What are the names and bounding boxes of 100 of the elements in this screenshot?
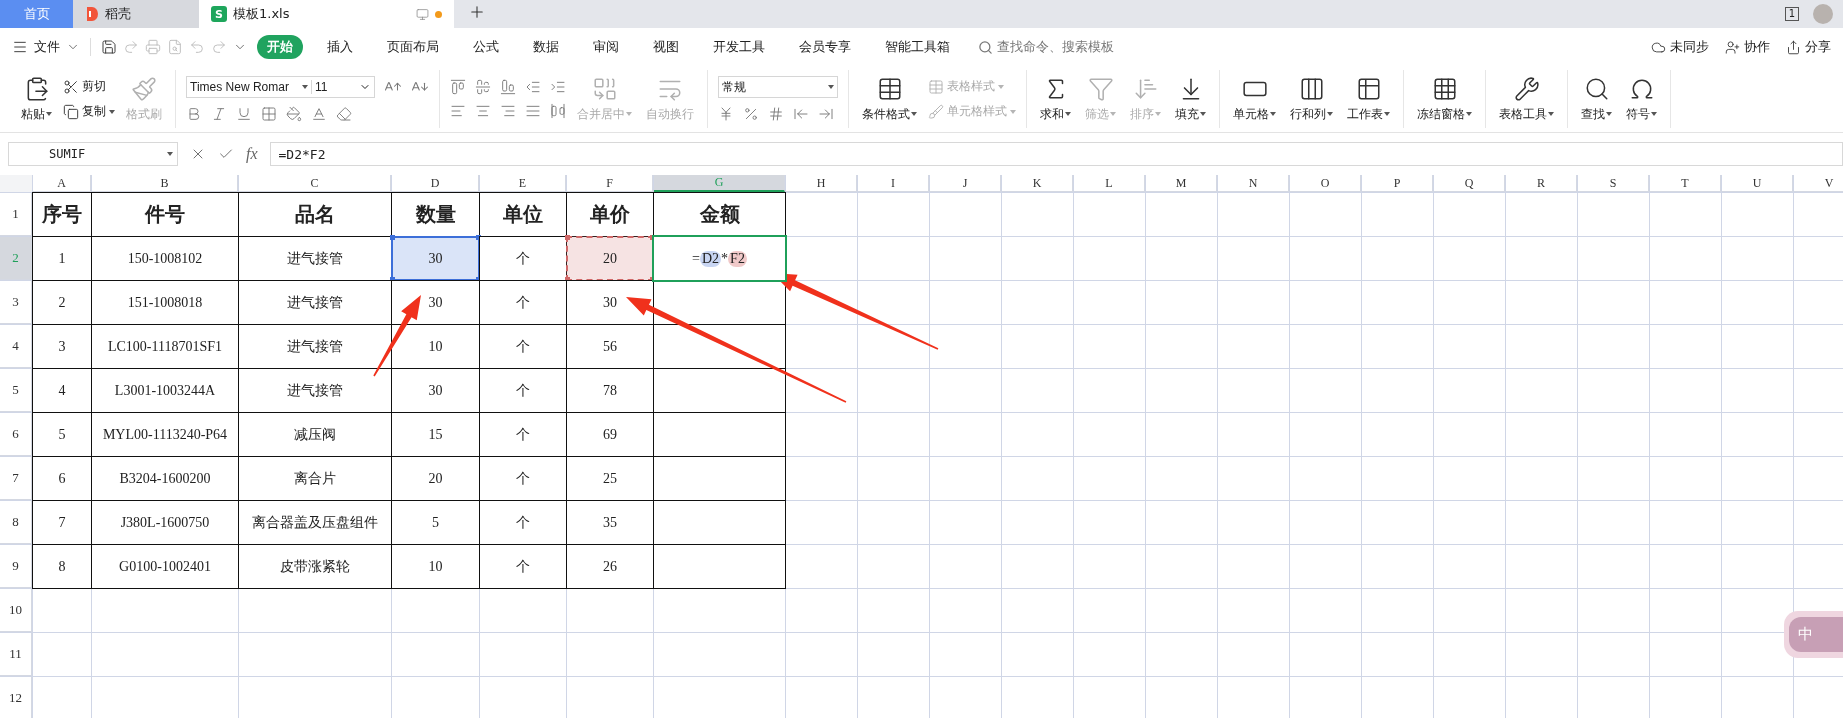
grid-cell[interactable] [480, 589, 566, 632]
grid-cell[interactable] [1074, 677, 1145, 718]
grid-cell[interactable] [1722, 633, 1793, 676]
grid-cell[interactable] [1434, 325, 1505, 368]
grid-cell[interactable] [1506, 237, 1577, 280]
table-cell[interactable]: 10 [392, 325, 479, 368]
table-cell[interactable]: 30 [392, 369, 479, 412]
table-cell[interactable]: 30 [392, 237, 479, 280]
grid-cell[interactable] [1146, 457, 1217, 500]
toolbar-action[interactable]: 协作 [1725, 38, 1770, 56]
row-header[interactable]: 12 [0, 677, 32, 718]
column-header[interactable]: H [786, 175, 857, 192]
table-cell[interactable] [654, 457, 785, 500]
grid-cell[interactable] [1074, 545, 1145, 588]
grid-cell[interactable] [1002, 413, 1073, 456]
column-header[interactable]: M [1146, 175, 1217, 192]
table-cell[interactable] [654, 369, 785, 412]
grid-cell[interactable] [92, 589, 238, 632]
grid-cell[interactable] [1002, 237, 1073, 280]
table-cell[interactable]: 序号 [33, 193, 91, 236]
column-header[interactable]: D [392, 175, 479, 192]
grid-cell[interactable] [1578, 193, 1649, 236]
grid-cell[interactable] [1722, 193, 1793, 236]
grid-cell[interactable] [1362, 589, 1433, 632]
table-cell[interactable]: 151-1008018 [92, 281, 238, 324]
command-search-field[interactable]: 查找命令、搜索模板 [978, 38, 1114, 56]
grid-cell[interactable] [1074, 193, 1145, 236]
grid-cell[interactable] [1290, 633, 1361, 676]
ribbon-button[interactable]: 复制 [63, 103, 115, 120]
grid-cell[interactable] [1218, 413, 1289, 456]
grid-cell[interactable] [1578, 237, 1649, 280]
grid-cell[interactable] [654, 677, 785, 718]
grid-cell[interactable] [239, 589, 391, 632]
table-cell[interactable]: 5 [33, 413, 91, 456]
grid-cell[interactable] [33, 589, 91, 632]
cut-icon[interactable] [63, 78, 79, 95]
table-cell[interactable]: 20 [567, 237, 653, 280]
table-cell[interactable] [654, 325, 785, 368]
ribbon-tab[interactable]: 数据 [523, 35, 569, 59]
align-left-icon[interactable] [450, 103, 466, 119]
grid-cell[interactable] [858, 501, 929, 544]
freeze-grid-icon[interactable] [1431, 75, 1458, 102]
grid-cell[interactable] [1218, 677, 1289, 718]
grid-cell[interactable] [1218, 457, 1289, 500]
grid-cell[interactable] [1362, 457, 1433, 500]
grid-cell[interactable] [1722, 545, 1793, 588]
grid-cell[interactable] [1290, 281, 1361, 324]
table-cell[interactable] [654, 281, 785, 324]
table-cell[interactable]: 20 [392, 457, 479, 500]
grid-cell[interactable] [1578, 633, 1649, 676]
grid-cell[interactable] [1218, 193, 1289, 236]
grid-cell[interactable] [239, 677, 391, 718]
grid-cell[interactable] [1146, 677, 1217, 718]
sheet-icon[interactable] [1355, 75, 1382, 102]
table-cell[interactable]: 金额 [654, 193, 785, 236]
grid-cell[interactable] [1722, 281, 1793, 324]
align-middle-icon[interactable] [475, 79, 491, 95]
grid-cell[interactable] [1722, 413, 1793, 456]
grid-cell[interactable] [1506, 457, 1577, 500]
grid-cell[interactable] [858, 677, 929, 718]
grid-cell[interactable] [930, 281, 1001, 324]
grid-cell[interactable] [1506, 325, 1577, 368]
grid-cell[interactable] [786, 633, 857, 676]
table-cell[interactable]: J380L-1600750 [92, 501, 238, 544]
grid-cell[interactable] [1434, 457, 1505, 500]
grid-cell[interactable] [930, 457, 1001, 500]
grid-cell[interactable] [1650, 325, 1721, 368]
grid-cell[interactable] [786, 677, 857, 718]
fill-color-icon[interactable] [286, 106, 302, 122]
grid-cell[interactable] [1218, 501, 1289, 544]
row-header[interactable]: 8 [0, 501, 32, 544]
grid-cell[interactable] [1434, 237, 1505, 280]
grid-cell[interactable] [1002, 369, 1073, 412]
window-count[interactable]: 1 [1784, 7, 1799, 21]
grid-cell[interactable] [858, 325, 929, 368]
grid-cell[interactable] [654, 633, 785, 676]
grid-cell[interactable] [930, 193, 1001, 236]
grid-cell[interactable] [1002, 325, 1073, 368]
cloud-icon[interactable] [1651, 39, 1666, 55]
table-cell[interactable]: 品名 [239, 193, 391, 236]
ribbon-tab[interactable]: 会员专享 [789, 35, 861, 59]
distribute-icon[interactable] [550, 103, 566, 119]
grid-cell[interactable] [1290, 413, 1361, 456]
grid-cell[interactable] [1290, 677, 1361, 718]
grid-cell[interactable] [1218, 589, 1289, 632]
table-cell[interactable]: 个 [480, 457, 566, 500]
grid-cell[interactable] [1578, 457, 1649, 500]
ribbon-button[interactable]: 求和 [1037, 75, 1074, 123]
table-cell[interactable]: 69 [567, 413, 653, 456]
grid-cell[interactable] [1146, 193, 1217, 236]
grid-cell[interactable] [1074, 457, 1145, 500]
grid-cell[interactable] [1146, 633, 1217, 676]
grid-cell[interactable] [1146, 369, 1217, 412]
table-cell[interactable]: 皮带涨紧轮 [239, 545, 391, 588]
table-cell[interactable]: 30 [567, 281, 653, 324]
grid-cell[interactable] [1362, 677, 1433, 718]
grid-cell[interactable] [1650, 457, 1721, 500]
table-cell[interactable]: 150-1008102 [92, 237, 238, 280]
grid-cell[interactable] [1506, 677, 1577, 718]
column-header[interactable]: Q [1434, 175, 1505, 192]
